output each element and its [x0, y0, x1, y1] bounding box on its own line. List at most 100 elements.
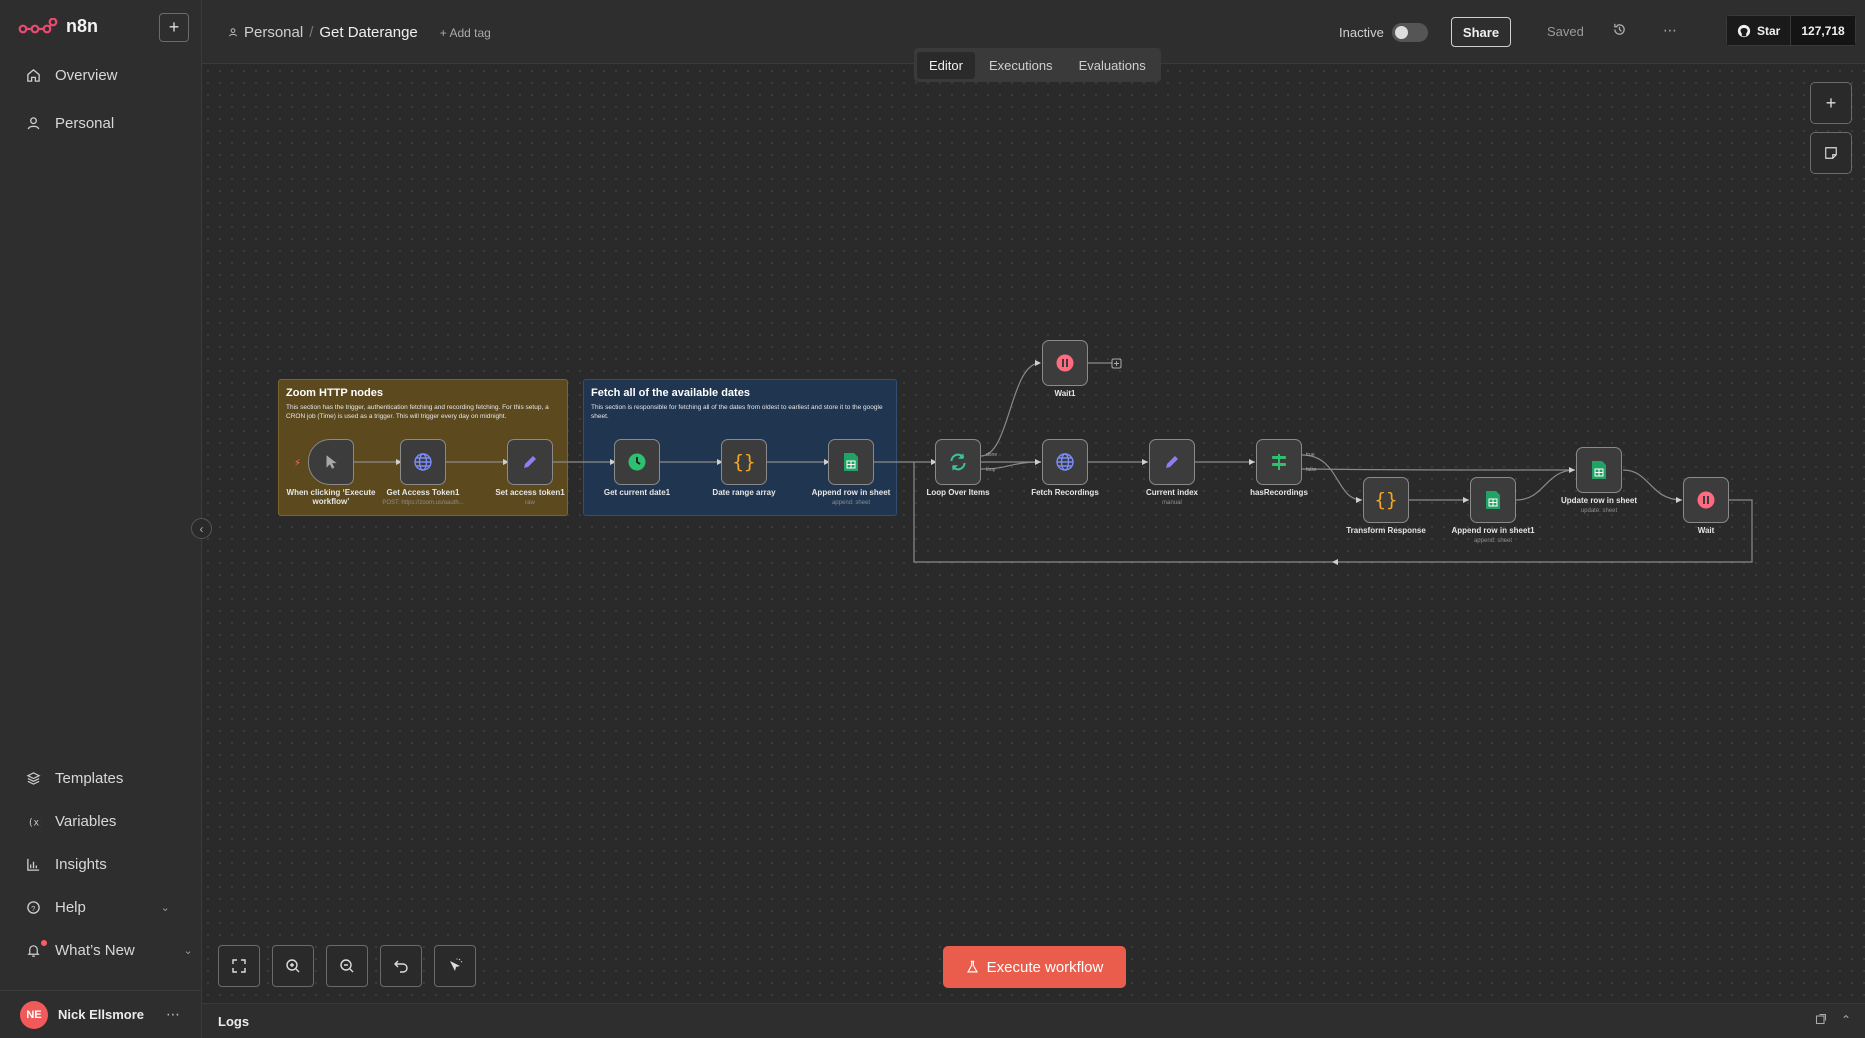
- user-name: Nick Ellsmore: [58, 1007, 144, 1022]
- status-label: Inactive: [1339, 25, 1384, 40]
- globe-icon: [414, 453, 432, 471]
- node-fetch-recordings[interactable]: [1042, 439, 1088, 485]
- zoom-in-button[interactable]: [272, 945, 314, 987]
- avatar: NE: [20, 1000, 48, 1029]
- sidebar-item-label: Overview: [55, 67, 118, 84]
- github-star[interactable]: Star: [1726, 15, 1792, 46]
- node-label: Transform Response: [1346, 526, 1426, 535]
- zoom-out-icon: [340, 959, 354, 973]
- more-icon[interactable]: ⋯: [1663, 22, 1677, 39]
- pause-icon: [1056, 354, 1074, 372]
- history-icon[interactable]: [1612, 22, 1627, 42]
- sticky-title: Fetch all of the available dates: [591, 387, 750, 399]
- create-new-button[interactable]: +: [159, 13, 189, 42]
- chevron-up-icon[interactable]: ⌃: [1841, 1013, 1851, 1028]
- tidy-up-icon: [450, 958, 463, 971]
- node-wait1[interactable]: [1042, 340, 1088, 386]
- fit-view-button[interactable]: [218, 945, 260, 987]
- code-icon: {}: [1374, 489, 1398, 511]
- node-label: Current index: [1145, 488, 1198, 497]
- node-wait[interactable]: [1683, 477, 1729, 523]
- node-update-row-in-sheet[interactable]: [1576, 447, 1622, 493]
- logo[interactable]: n8n: [18, 16, 98, 37]
- canvas-zoom-tools: [218, 945, 476, 987]
- port-label-loop: loop: [986, 467, 996, 473]
- collapse-sidebar-button[interactable]: ‹: [191, 518, 212, 539]
- notification-dot: [41, 940, 47, 946]
- loop-icon: [950, 453, 966, 471]
- tab-evaluations[interactable]: Evaluations: [1067, 52, 1158, 79]
- port-label-true: true: [1306, 452, 1315, 458]
- sticky-title: Zoom HTTP nodes: [286, 387, 383, 399]
- more-icon[interactable]: ⋯: [166, 1006, 180, 1023]
- templates-icon: [26, 772, 41, 785]
- svg-text:?: ?: [31, 904, 35, 913]
- user-icon: [27, 117, 40, 130]
- sidebar-item-help[interactable]: ? Help ⌄: [26, 899, 170, 916]
- github-star-button[interactable]: Star 127,718: [1726, 15, 1856, 46]
- node-label: Get Access Token1: [386, 488, 460, 497]
- sticky-note-button[interactable]: [1810, 132, 1852, 174]
- node-transform-response[interactable]: {}: [1363, 477, 1409, 523]
- tab-editor[interactable]: Editor: [917, 51, 975, 79]
- tidy-up-button[interactable]: [434, 945, 476, 987]
- sidebar-item-label: Help: [55, 899, 86, 916]
- node-manual-trigger[interactable]: [308, 439, 354, 485]
- svg-text:(x): (x): [28, 817, 41, 828]
- workflow-canvas[interactable]: [202, 65, 1865, 1003]
- view-tabs: Editor Executions Evaluations: [914, 48, 1161, 82]
- reset-zoom-button[interactable]: [380, 945, 422, 987]
- sheets-icon: [1592, 461, 1606, 479]
- globe-icon: [1056, 453, 1074, 471]
- sidebar-item-personal[interactable]: Personal: [26, 115, 114, 132]
- sheets-icon: [1486, 491, 1500, 509]
- add-node-button[interactable]: +: [1810, 82, 1852, 124]
- node-append-row-in-sheet1[interactable]: [1470, 477, 1516, 523]
- sidebar-item-overview[interactable]: Overview: [26, 67, 118, 84]
- if-icon: [1272, 454, 1286, 470]
- node-has-recordings[interactable]: [1256, 439, 1302, 485]
- n8n-app: n8n + Overview Personal Templates (x) Va…: [0, 0, 1865, 1038]
- logs-panel[interactable]: Logs ⌃: [202, 1003, 1865, 1038]
- chevron-down-icon: ⌄: [160, 902, 170, 914]
- zoom-out-button[interactable]: [326, 945, 368, 987]
- sticky-body: This section is responsible for fetching…: [591, 404, 883, 420]
- node-current-index[interactable]: [1149, 439, 1195, 485]
- execute-workflow-button[interactable]: Execute workflow: [943, 946, 1126, 988]
- node-loop-over-items[interactable]: [935, 439, 981, 485]
- breadcrumb-project[interactable]: Personal: [244, 24, 303, 41]
- pop-out-icon[interactable]: [1815, 1013, 1827, 1028]
- variables-icon: (x): [28, 817, 41, 828]
- tab-executions[interactable]: Executions: [977, 52, 1065, 79]
- node-label: Append row in sheet: [811, 488, 891, 497]
- sidebar-item-whats-new[interactable]: What’s New ⌄: [26, 940, 193, 959]
- node-subtitle: update: sheet: [1580, 508, 1618, 514]
- workflow-title[interactable]: Get Daterange: [319, 24, 417, 41]
- port-label-false: false: [1306, 467, 1317, 473]
- node-set-access-token[interactable]: [507, 439, 553, 485]
- n8n-logo-icon: [18, 17, 58, 33]
- pencil-icon: [524, 456, 536, 468]
- add-tag-link[interactable]: + Add tag: [440, 26, 491, 40]
- node-subtitle: POST: https://zoom.us/oauth...: [382, 500, 464, 506]
- app-name: n8n: [66, 16, 99, 36]
- node-get-current-date[interactable]: [614, 439, 660, 485]
- node-label: Get current date1: [603, 488, 671, 497]
- insights-icon: [27, 858, 40, 871]
- share-button[interactable]: Share: [1451, 17, 1511, 47]
- sidebar-item-insights[interactable]: Insights: [26, 856, 107, 873]
- code-icon: {}: [732, 451, 756, 473]
- zoom-in-icon: [286, 959, 300, 973]
- node-get-access-token[interactable]: [400, 439, 446, 485]
- sidebar: n8n + Overview Personal Templates (x) Va…: [0, 0, 202, 1038]
- sidebar-item-templates[interactable]: Templates: [26, 770, 123, 787]
- sidebar-item-variables[interactable]: (x) Variables: [26, 813, 117, 830]
- node-append-row-in-sheet[interactable]: [828, 439, 874, 485]
- sidebar-item-label: Insights: [55, 856, 107, 873]
- node-subtitle: manual: [1162, 500, 1182, 506]
- sticky-body: This section has the trigger, authentica…: [286, 404, 549, 420]
- user-menu[interactable]: NE Nick Ellsmore ⋯: [0, 990, 202, 1038]
- undo-icon: [394, 960, 408, 973]
- node-date-range-array[interactable]: {}: [721, 439, 767, 485]
- active-toggle[interactable]: [1392, 23, 1428, 42]
